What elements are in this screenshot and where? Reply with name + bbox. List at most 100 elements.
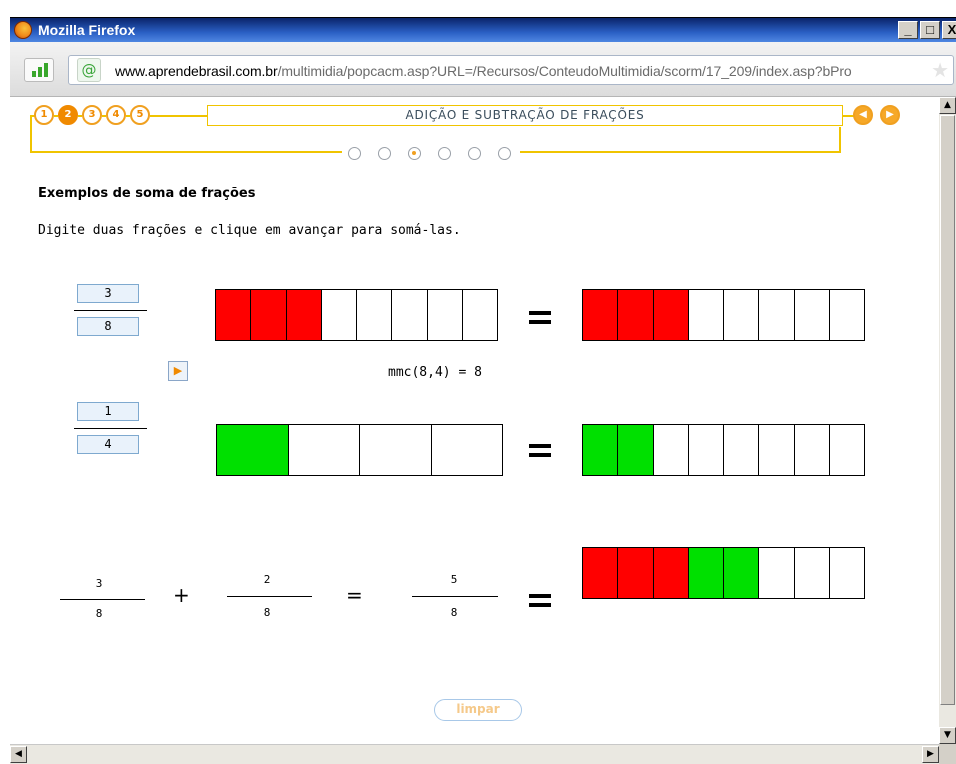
next-arrow-icon[interactable]: ▶ bbox=[880, 105, 900, 125]
bar-segment bbox=[724, 290, 760, 340]
bar-segment bbox=[688, 425, 724, 475]
bar-segment bbox=[724, 548, 760, 598]
previous-arrow-icon[interactable]: ◀ bbox=[853, 105, 873, 125]
bar-segment bbox=[653, 548, 689, 598]
vertical-scrollbar[interactable]: ▲ ▼ bbox=[939, 97, 956, 744]
progress-dot-2[interactable] bbox=[378, 147, 391, 160]
bar-segment bbox=[829, 290, 864, 340]
bar-segment bbox=[688, 548, 724, 598]
bar-segment bbox=[688, 290, 724, 340]
url-field[interactable]: @ www.aprendebrasil.com.br/multimidia/po… bbox=[68, 55, 954, 85]
sum-a-line bbox=[60, 599, 145, 600]
bar-segment bbox=[286, 290, 322, 340]
sum-b-denominator: 8 bbox=[263, 606, 271, 619]
bar-segment bbox=[217, 425, 289, 475]
page-content: 12345 ADIÇÃO E SUBTRAÇÃO DE FRAÇÕES ◀ ▶ … bbox=[10, 97, 939, 744]
step-2-button[interactable]: 2 bbox=[58, 105, 78, 125]
progress-dot-3[interactable] bbox=[408, 147, 421, 160]
fraction1-equivalent-bar bbox=[582, 289, 865, 341]
scroll-down-icon[interactable]: ▼ bbox=[939, 727, 956, 744]
fraction2-denominator-input[interactable]: 4 bbox=[77, 435, 139, 454]
signal-strength-icon[interactable] bbox=[24, 58, 54, 82]
fraction2-line bbox=[74, 428, 147, 429]
bar-segment bbox=[321, 290, 357, 340]
window-title: Mozilla Firefox bbox=[38, 22, 136, 38]
step-1-button[interactable]: 1 bbox=[34, 105, 54, 125]
bar-segment bbox=[653, 425, 689, 475]
fraction2-bar bbox=[216, 424, 503, 476]
bar-segment bbox=[759, 290, 795, 340]
fraction1-numerator-input[interactable]: 3 bbox=[77, 284, 139, 303]
scroll-thumb[interactable] bbox=[940, 115, 955, 705]
bar-segment bbox=[759, 548, 795, 598]
bar-segment bbox=[392, 290, 428, 340]
scroll-left-icon[interactable]: ◀ bbox=[10, 746, 27, 763]
bar-segment bbox=[759, 425, 795, 475]
bar-segment bbox=[251, 290, 287, 340]
step-3-button[interactable]: 3 bbox=[82, 105, 102, 125]
step-4-button[interactable]: 4 bbox=[106, 105, 126, 125]
bookmark-star-icon[interactable]: ★ bbox=[931, 59, 949, 81]
bar-segment bbox=[794, 425, 830, 475]
minimize-button[interactable]: _ bbox=[898, 21, 918, 39]
sum-a-numerator: 3 bbox=[95, 577, 103, 590]
horizontal-scrollbar[interactable]: ◀ ▶ bbox=[10, 744, 939, 764]
sum-result-denominator: 8 bbox=[450, 606, 458, 619]
scroll-right-icon[interactable]: ▶ bbox=[922, 746, 939, 763]
section-heading: Exemplos de soma de frações bbox=[38, 186, 256, 201]
url-path: /multimidia/popcacm.asp?URL=/Recursos/Co… bbox=[277, 63, 852, 79]
equals-sign: = bbox=[346, 583, 363, 607]
scroll-up-icon[interactable]: ▲ bbox=[939, 97, 956, 114]
sum-a-denominator: 8 bbox=[95, 607, 103, 620]
bar-segment bbox=[653, 290, 689, 340]
maximize-button[interactable]: □ bbox=[920, 21, 940, 39]
advance-arrow-button[interactable]: ▶ bbox=[168, 361, 188, 381]
sum-result-numerator: 5 bbox=[450, 573, 458, 586]
progress-dot-6[interactable] bbox=[498, 147, 511, 160]
bar-segment bbox=[288, 425, 360, 475]
firefox-logo-icon bbox=[14, 21, 32, 39]
scrollbar-corner bbox=[939, 744, 956, 764]
fraction1-bar bbox=[215, 289, 498, 341]
sum-b-line bbox=[227, 596, 312, 597]
progress-dot-1[interactable] bbox=[348, 147, 361, 160]
fraction2-numerator-input[interactable]: 1 bbox=[77, 402, 139, 421]
bar-segment bbox=[427, 290, 463, 340]
bar-segment bbox=[462, 290, 497, 340]
bar-segment bbox=[583, 548, 619, 598]
url-domain: www.aprendebrasil.com.br bbox=[115, 63, 278, 79]
lcm-text: mmc(8,4) = 8 bbox=[388, 365, 482, 380]
bar-segment bbox=[360, 425, 432, 475]
bar-segment bbox=[724, 425, 760, 475]
instruction-text: Digite duas frações e clique em avançar … bbox=[38, 223, 461, 238]
bar-segment bbox=[216, 290, 252, 340]
step-5-button[interactable]: 5 bbox=[130, 105, 150, 125]
fraction2-equivalent-bar bbox=[582, 424, 865, 476]
bar-segment bbox=[829, 548, 864, 598]
progress-dot-5[interactable] bbox=[468, 147, 481, 160]
bar-segment bbox=[583, 425, 619, 475]
result-bar bbox=[582, 547, 865, 599]
equals-sign-icon bbox=[529, 444, 551, 457]
close-button[interactable]: X bbox=[942, 21, 956, 39]
bar-segment bbox=[583, 290, 619, 340]
bar-segment bbox=[618, 425, 654, 475]
equals-sign-icon bbox=[529, 594, 551, 607]
plus-sign: + bbox=[173, 583, 190, 607]
site-identity-icon[interactable]: @ bbox=[77, 58, 101, 82]
bar-segment bbox=[357, 290, 393, 340]
url-text[interactable]: www.aprendebrasil.com.br/multimidia/popc… bbox=[115, 63, 852, 79]
bar-segment bbox=[618, 290, 654, 340]
lesson-title: ADIÇÃO E SUBTRAÇÃO DE FRAÇÕES bbox=[207, 105, 843, 126]
progress-dot-4[interactable] bbox=[438, 147, 451, 160]
sum-result-line bbox=[412, 596, 498, 597]
fraction1-denominator-input[interactable]: 8 bbox=[77, 317, 139, 336]
equals-sign-icon bbox=[529, 311, 551, 324]
bar-segment bbox=[618, 548, 654, 598]
address-bar: @ www.aprendebrasil.com.br/multimidia/po… bbox=[10, 42, 956, 97]
lesson-nav: 12345 ADIÇÃO E SUBTRAÇÃO DE FRAÇÕES ◀ ▶ bbox=[30, 103, 901, 160]
sum-b-numerator: 2 bbox=[263, 573, 271, 586]
bar-segment bbox=[829, 425, 864, 475]
clear-button[interactable]: limpar bbox=[434, 699, 522, 721]
bar-segment bbox=[431, 425, 502, 475]
